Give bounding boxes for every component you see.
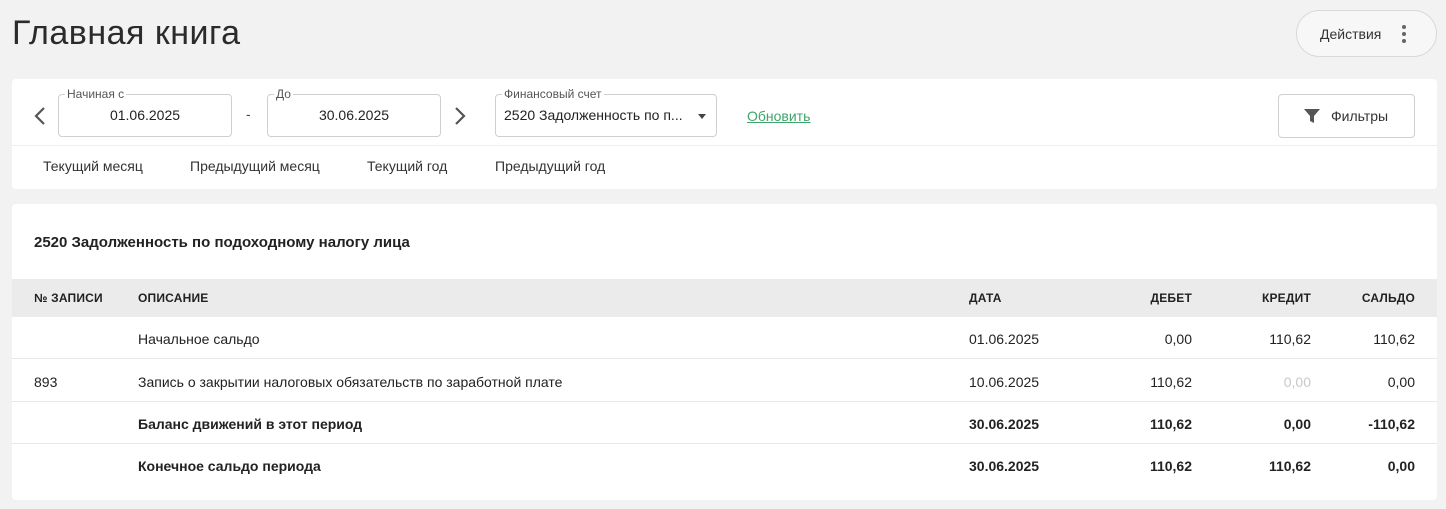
date-to-value: 30.06.2025 — [318, 107, 390, 123]
cell-date: 10.06.2025 — [969, 374, 1040, 390]
cell-description: Запись о закрытии налоговых обязательств… — [138, 374, 563, 390]
col-balance[interactable]: САЛЬДО — [1362, 291, 1415, 305]
col-description[interactable]: ОПИСАНИЕ — [138, 291, 209, 305]
cell-debit: 110,62 — [1149, 458, 1192, 474]
quick-range-previous-month[interactable]: Предыдущий месяц — [190, 158, 320, 174]
cell-debit: 110,62 — [1149, 416, 1192, 432]
more-vertical-icon — [1402, 25, 1406, 43]
account-value: 2520 Задолженность по п... — [504, 107, 683, 123]
col-entry-no[interactable]: № ЗАПИСИ — [34, 291, 103, 305]
caret-down-icon — [698, 114, 706, 119]
col-credit[interactable]: КРЕДИТ — [1262, 291, 1311, 305]
table-row[interactable]: 893 Запись о закрытии налоговых обязател… — [12, 360, 1437, 402]
cell-date: 30.06.2025 — [969, 416, 1040, 432]
col-debit[interactable]: ДЕБЕТ — [1150, 291, 1192, 305]
refresh-link[interactable]: Обновить — [747, 108, 810, 124]
chevron-right-icon[interactable] — [450, 104, 470, 128]
account-select[interactable]: Финансовый счет 2520 Задолженность по п.… — [495, 88, 717, 137]
filter-icon — [1304, 109, 1320, 123]
quick-range-current-month[interactable]: Текущий месяц — [43, 158, 143, 174]
cell-description: Начальное сальдо — [138, 331, 260, 347]
date-from-label: Начиная с — [65, 87, 127, 101]
cell-debit: 110,62 — [1150, 374, 1192, 390]
divider — [12, 145, 1437, 146]
page-title: Главная книга — [12, 14, 241, 52]
ledger-title: 2520 Задолженность по подоходному налогу… — [34, 234, 410, 251]
col-date[interactable]: ДАТА — [969, 291, 1002, 305]
table-header: № ЗАПИСИ ОПИСАНИЕ ДАТА ДЕБЕТ КРЕДИТ САЛЬ… — [12, 279, 1437, 317]
ledger-table-card: 2520 Задолженность по подоходному налогу… — [12, 204, 1437, 500]
chevron-left-icon[interactable] — [30, 104, 50, 128]
date-to-label: До — [274, 87, 293, 101]
cell-balance: -110,62 — [1368, 416, 1415, 432]
cell-balance: 110,62 — [1373, 331, 1415, 347]
cell-debit: 0,00 — [1164, 331, 1192, 347]
quick-range-previous-year[interactable]: Предыдущий год — [495, 158, 605, 174]
cell-date: 30.06.2025 — [969, 458, 1040, 474]
cell-balance: 0,00 — [1387, 374, 1415, 390]
cell-credit: 110,62 — [1269, 331, 1311, 347]
table-row[interactable]: Начальное сальдо 01.06.2025 0,00 110,62 … — [12, 317, 1437, 359]
cell-credit: 0,00 — [1283, 374, 1311, 390]
cell-description: Конечное сальдо периода — [138, 458, 321, 474]
date-separator: - — [246, 106, 251, 122]
actions-button[interactable]: Действия — [1296, 10, 1437, 57]
cell-entry-no[interactable]: 893 — [34, 374, 57, 390]
cell-balance: 0,00 — [1387, 458, 1415, 474]
date-from-field[interactable]: Начиная с 01.06.2025 — [58, 88, 232, 137]
filters-button-label: Фильтры — [1331, 108, 1389, 124]
account-label: Финансовый счет — [502, 87, 604, 101]
quick-range-current-year[interactable]: Текущий год — [367, 158, 447, 174]
cell-description: Баланс движений в этот период — [138, 416, 363, 432]
filter-panel: Начиная с 01.06.2025 - До 30.06.2025 Фин… — [12, 79, 1437, 189]
table-row-closing-balance: Конечное сальдо периода 30.06.2025 110,6… — [12, 444, 1437, 486]
filters-button[interactable]: Фильтры — [1278, 94, 1415, 138]
date-from-value: 01.06.2025 — [109, 107, 181, 123]
date-to-field[interactable]: До 30.06.2025 — [267, 88, 441, 137]
cell-date: 01.06.2025 — [969, 331, 1040, 347]
table-row-period-movement: Баланс движений в этот период 30.06.2025… — [12, 402, 1437, 444]
cell-credit: 0,00 — [1283, 416, 1311, 432]
cell-credit: 110,62 — [1268, 458, 1311, 474]
actions-label: Действия — [1320, 25, 1382, 42]
